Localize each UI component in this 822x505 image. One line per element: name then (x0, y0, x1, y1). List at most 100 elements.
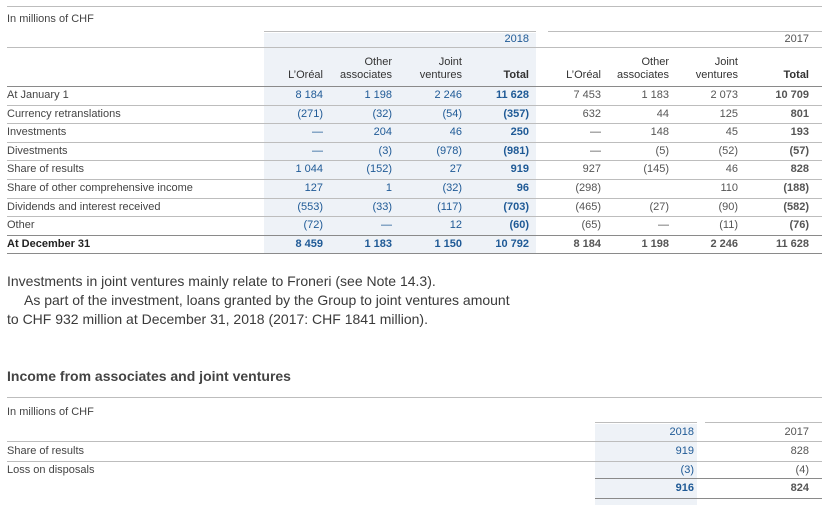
rule-2017 (548, 31, 822, 32)
table-cell: (152) (366, 163, 392, 176)
table-cell: 1 150 (434, 237, 462, 250)
table-bottom-rule (7, 253, 822, 255)
section-top-rule (7, 397, 822, 398)
table-cell: 801 (790, 107, 809, 120)
table-cell: 193 (790, 126, 809, 139)
table-cell: (27) (649, 200, 669, 213)
table-cell: (981) (503, 144, 529, 157)
table-cell: (145) (643, 163, 669, 176)
column-header: Joint ventures (419, 56, 462, 81)
table-cell: (11) (719, 219, 738, 232)
table-cell: 11 628 (775, 237, 809, 250)
cell-2017: (4) (795, 464, 809, 476)
table-cell: (271) (297, 107, 323, 120)
table-cell: 8 184 (573, 237, 601, 250)
table-cell: (357) (503, 107, 529, 120)
table-cell: — (381, 219, 392, 232)
table-cell: 10 792 (495, 237, 529, 250)
unit-label: In millions of CHF (7, 13, 94, 25)
rule-2017-2 (705, 422, 822, 423)
table-cell: 46 (725, 163, 738, 176)
table-cell: (5) (655, 144, 669, 157)
row-label: Share of results (7, 163, 85, 176)
column-header: Total (503, 69, 529, 81)
unit-label-2: In millions of CHF (7, 406, 94, 418)
cell-2017: 828 (790, 445, 809, 457)
note-line-3: to CHF 932 million at December 31, 2018 … (7, 311, 428, 327)
note-line-1: Investments in joint ventures mainly rel… (7, 273, 436, 289)
column-header: Other associates (617, 56, 669, 81)
column-header: Total (783, 69, 809, 81)
row-label: Share of other comprehensive income (7, 182, 193, 194)
total-rule (595, 478, 822, 479)
table-cell: 12 (449, 219, 462, 232)
table-cell: (582) (783, 200, 809, 213)
table-cell: 1 198 (641, 237, 669, 250)
rule-2018-2 (595, 422, 697, 423)
table-cell: 46 (449, 126, 462, 139)
table-cell: 204 (373, 126, 392, 139)
table-cell: (52) (718, 144, 738, 157)
table-cell: (90) (718, 200, 738, 213)
table-cell: 8 459 (295, 237, 323, 250)
row-label: At December 31 (7, 237, 91, 250)
table-cell: 2 246 (710, 237, 738, 250)
table-row: At December 31 8 459 1 183 1 150 10 792 8 184… (0, 236, 822, 254)
row-label: Dividends and interest received (7, 200, 161, 213)
column-header: Joint ventures (695, 56, 738, 81)
table-cell: (33) (372, 200, 392, 213)
table-cell: (57) (789, 144, 809, 157)
section-header-rule (7, 441, 822, 442)
table-cell: 110 (720, 182, 738, 194)
rule-2018 (264, 31, 536, 32)
table-row: Share of results 919 828 (0, 443, 822, 461)
table-cell: 1 183 (641, 89, 669, 101)
table-cell: (298) (575, 182, 601, 194)
table-row: Other (72) — 12 (60) (65) — (11) (76) (0, 217, 822, 235)
row-label: Divestments (7, 144, 68, 157)
row-label: Loss on disposals (7, 464, 95, 476)
note-line-2: As part of the investment, loans granted… (24, 292, 510, 308)
table-row: At January 1 8 184 1 198 2 246 11 628 7 453 1 … (0, 87, 822, 105)
table-cell: 10 709 (775, 89, 809, 101)
table-row: Investments — 204 46 250 — 148 45 193 (0, 124, 822, 142)
table-cell: 27 (449, 163, 462, 176)
table-cell: 1 (385, 182, 392, 194)
total-2018: 916 (675, 482, 694, 494)
cell-2018: 919 (675, 445, 694, 457)
table-row: Divestments — (3) (978) (981) — (5) (52) (57) (0, 143, 822, 161)
table-cell: 8 184 (295, 89, 323, 101)
table-cell: 96 (516, 182, 529, 194)
table-row: Share of results 1 044 (152) 27 919 927 (145) 4… (0, 161, 822, 179)
table-cell: 44 (656, 107, 669, 120)
total-row: 916 824 (0, 480, 822, 498)
table-cell: 45 (725, 126, 738, 139)
total-bottom-rule (595, 498, 822, 499)
table-cell: 1 198 (364, 89, 392, 101)
year-2017: 2017 (784, 33, 809, 45)
table-cell: (60) (509, 219, 529, 232)
table-cell: (465) (575, 200, 601, 213)
table-cell: 919 (510, 163, 529, 176)
row-label: Other (7, 219, 35, 232)
row-label: Currency retranslations (7, 107, 121, 120)
table-cell: — (312, 144, 323, 157)
column-header: L’Oréal (288, 69, 323, 81)
table-cell: (32) (372, 107, 392, 120)
year-2018-2: 2018 (669, 426, 694, 438)
table-cell: 7 453 (573, 89, 601, 101)
row-label: Share of results (7, 445, 85, 457)
table-cell: (978) (436, 144, 462, 157)
table-cell: 828 (790, 163, 809, 176)
table-cell: — (590, 126, 601, 139)
table-cell: 11 628 (495, 89, 529, 101)
table-cell: 2 246 (434, 89, 462, 101)
table-row: Currency retranslations (271) (32) (54) (357… (0, 106, 822, 124)
table-cell: 125 (719, 107, 738, 120)
table-cell: (65) (581, 219, 601, 232)
table-cell: (3) (378, 144, 392, 157)
table-cell: 1 183 (364, 237, 392, 250)
table-row: Share of other comprehensive income 127 1 (… (0, 180, 822, 198)
table-cell: (54) (442, 107, 462, 120)
table-cell: (188) (783, 182, 809, 194)
